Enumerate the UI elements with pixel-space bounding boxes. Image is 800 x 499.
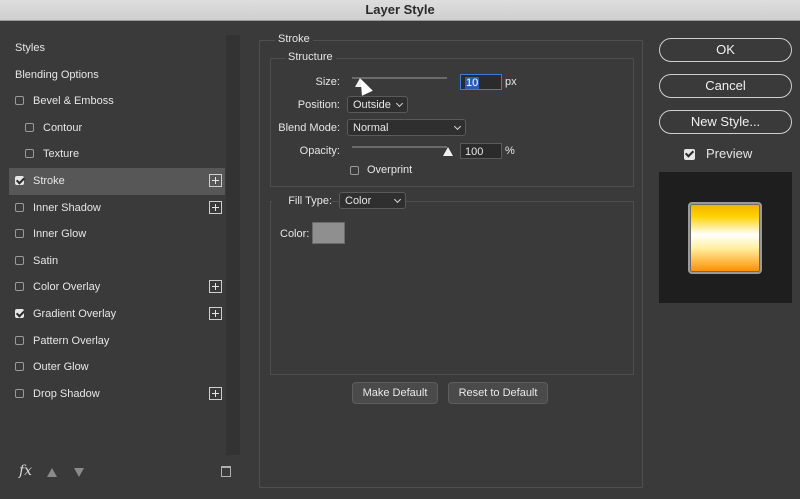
styles-list: Styles Blending Options Bevel & Emboss C… (9, 35, 225, 407)
stroke-checkbox[interactable] (15, 175, 24, 185)
make-default-button[interactable]: Make Default (352, 382, 438, 404)
inner-shadow-checkbox[interactable] (15, 202, 24, 212)
pattern-overlay-label: Pattern Overlay (33, 334, 110, 347)
satin-label: Satin (33, 254, 59, 267)
inner-glow-label: Inner Glow (33, 228, 87, 241)
ok-label: OK (716, 42, 735, 57)
position-chevron-down-icon (395, 99, 404, 108)
color-overlay-item[interactable]: Color Overlay (9, 274, 225, 301)
pattern-overlay-checkbox[interactable] (15, 335, 24, 345)
preview-thumbnail (659, 172, 792, 303)
inner-shadow-item[interactable]: Inner Shadow (9, 195, 225, 222)
preview-sample (688, 202, 762, 274)
opacity-slider-track[interactable] (352, 146, 447, 148)
color-swatch[interactable] (312, 222, 345, 244)
cancel-label: Cancel (705, 78, 746, 93)
stroke-title: Stroke (275, 33, 313, 45)
trash-icon[interactable] (221, 466, 231, 477)
gradient-overlay-label: Gradient Overlay (33, 307, 117, 320)
opacity-unit: % (505, 145, 515, 157)
stroke-add-icon[interactable] (209, 173, 222, 187)
gradient-overlay-checkbox[interactable] (15, 308, 24, 318)
styles-header[interactable]: Styles (9, 35, 225, 62)
size-unit: px (505, 76, 517, 88)
reset-to-default-button[interactable]: Reset to Default (448, 382, 548, 404)
blending-options-item[interactable]: Blending Options (9, 62, 225, 89)
opacity-value: 100 (465, 146, 484, 158)
stroke-label: Stroke (33, 174, 65, 187)
color-label: Color: (280, 228, 310, 240)
window-title-bar: Layer Style (0, 0, 800, 21)
blend-mode-chevron-down-icon (453, 122, 462, 131)
color-overlay-label: Color Overlay (33, 281, 101, 294)
contour-checkbox[interactable] (25, 122, 34, 132)
styles-header-label: Styles (15, 42, 45, 54)
texture-label: Texture (43, 148, 80, 161)
fill-type-chevron-down-icon (393, 195, 402, 204)
size-label: Size: (315, 76, 340, 88)
drop-shadow-item[interactable]: Drop Shadow (9, 381, 225, 408)
blend-mode-value: Normal (353, 122, 389, 134)
contour-label: Contour (43, 121, 83, 134)
inner-glow-item[interactable]: Inner Glow (9, 221, 225, 248)
opacity-slider-thumb[interactable] (443, 147, 453, 156)
overprint-checkbox[interactable] (350, 166, 359, 175)
new-style-label: New Style... (690, 114, 761, 129)
pattern-overlay-item[interactable]: Pattern Overlay (9, 328, 225, 355)
gradient-overlay-item[interactable]: Gradient Overlay (9, 301, 225, 328)
fill-type-select[interactable]: Color (339, 192, 406, 209)
styles-panel: Styles Blending Options Bevel & Emboss C… (9, 35, 225, 455)
fx-icon[interactable]: fx (19, 463, 32, 479)
inner-shadow-label: Inner Shadow (33, 201, 101, 214)
size-input[interactable]: 10 (460, 74, 502, 90)
outer-glow-item[interactable]: Outer Glow (9, 354, 225, 381)
blend-mode-label: Blend Mode: (278, 122, 340, 134)
satin-item[interactable]: Satin (9, 248, 225, 275)
cancel-button[interactable]: Cancel (659, 74, 792, 98)
texture-checkbox[interactable] (25, 149, 34, 159)
stroke-item[interactable]: Stroke (9, 167, 225, 195)
styles-toolbar: fx (9, 460, 240, 484)
gradient-overlay-add-icon[interactable] (209, 306, 222, 320)
drop-shadow-checkbox[interactable] (15, 388, 24, 398)
satin-checkbox[interactable] (15, 255, 24, 265)
contour-item[interactable]: Contour (9, 115, 225, 142)
bevel-emboss-item[interactable]: Bevel & Emboss (9, 88, 225, 115)
position-value: Outside (353, 99, 391, 111)
outer-glow-checkbox[interactable] (15, 362, 24, 372)
move-down-icon[interactable] (74, 468, 84, 477)
opacity-label: Opacity: (299, 145, 340, 157)
reset-to-default-label: Reset to Default (458, 387, 538, 399)
bevel-emboss-label: Bevel & Emboss (33, 95, 114, 108)
drop-shadow-add-icon[interactable] (209, 386, 222, 400)
preview-checkbox[interactable] (684, 149, 695, 160)
outer-glow-label: Outer Glow (33, 361, 89, 374)
new-style-button[interactable]: New Style... (659, 110, 792, 134)
opacity-input[interactable]: 100 (460, 143, 502, 159)
window-title: Layer Style (365, 2, 435, 17)
make-default-label: Make Default (362, 387, 428, 399)
ok-button[interactable]: OK (659, 38, 792, 62)
inner-glow-checkbox[interactable] (15, 229, 24, 239)
fill-type-value: Color (345, 195, 372, 207)
drop-shadow-label: Drop Shadow (33, 387, 100, 400)
size-value: 10 (465, 77, 480, 89)
fill-type-label: Fill Type: (272, 195, 332, 207)
color-overlay-checkbox[interactable] (15, 282, 24, 292)
structure-title: Structure (285, 51, 336, 63)
preview-label: Preview (706, 146, 753, 161)
overprint-label: Overprint (367, 164, 413, 176)
color-overlay-add-icon[interactable] (209, 280, 222, 294)
styles-scrollbar[interactable] (226, 35, 240, 455)
bevel-emboss-checkbox[interactable] (15, 96, 24, 106)
inner-shadow-add-icon[interactable] (209, 200, 222, 214)
position-label: Position: (297, 99, 340, 111)
texture-item[interactable]: Texture (9, 141, 225, 168)
move-up-icon[interactable] (47, 468, 57, 477)
position-select[interactable]: Outside (347, 96, 408, 113)
blend-mode-select[interactable]: Normal (347, 119, 466, 136)
blending-options-label: Blending Options (15, 68, 99, 81)
